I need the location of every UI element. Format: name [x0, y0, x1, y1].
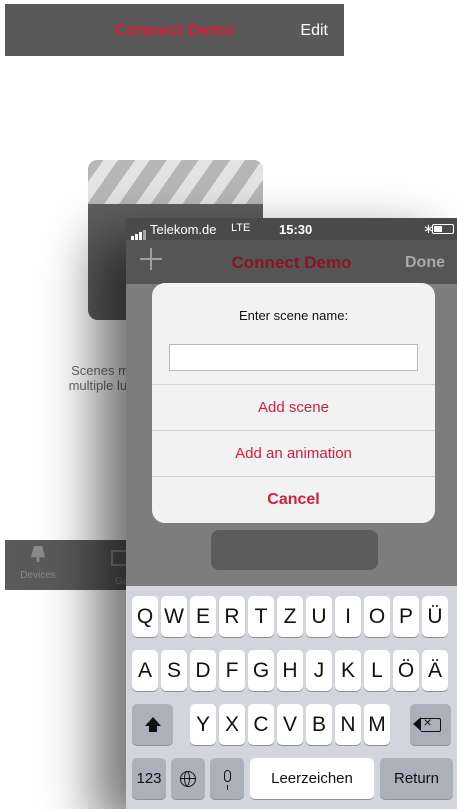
- key-ae[interactable]: Ä: [422, 650, 448, 691]
- key-u[interactable]: U: [306, 596, 332, 637]
- key-s[interactable]: S: [161, 650, 187, 691]
- shift-icon: [144, 717, 161, 732]
- background-nav-title: Connect Demo: [114, 20, 235, 39]
- shift-key[interactable]: [132, 704, 173, 745]
- battery-icon: [432, 224, 454, 234]
- key-t[interactable]: T: [248, 596, 274, 637]
- background-navbar: Connect Demo Edit: [5, 4, 344, 56]
- key-y[interactable]: Y: [190, 704, 216, 745]
- key-ue[interactable]: Ü: [422, 596, 448, 637]
- scene-stripes: [88, 160, 263, 204]
- key-f[interactable]: F: [219, 650, 245, 691]
- backspace-key[interactable]: [410, 704, 451, 745]
- add-scene-button[interactable]: Add scene: [152, 384, 435, 431]
- signal-icon: [131, 225, 147, 240]
- dimmed-button: [211, 530, 378, 570]
- key-c[interactable]: C: [248, 704, 274, 745]
- backspace-icon: [412, 714, 441, 732]
- key-e[interactable]: E: [190, 596, 216, 637]
- carrier-label: Telekom.de: [150, 222, 217, 237]
- key-l[interactable]: L: [364, 650, 390, 691]
- globe-key[interactable]: [171, 758, 205, 799]
- microphone-icon: [223, 769, 231, 790]
- key-z[interactable]: Z: [277, 596, 303, 637]
- lamp-icon: [31, 546, 45, 562]
- numbers-key[interactable]: 123: [132, 758, 166, 799]
- key-g[interactable]: G: [248, 650, 274, 691]
- space-key[interactable]: Leerzeichen: [250, 758, 374, 799]
- key-i[interactable]: I: [335, 596, 361, 637]
- key-r[interactable]: R: [219, 596, 245, 637]
- dictation-key[interactable]: [210, 758, 244, 799]
- tab-devices-label: Devices: [20, 570, 56, 581]
- key-oe[interactable]: Ö: [393, 650, 419, 691]
- tab-devices[interactable]: Devices: [13, 542, 63, 581]
- key-a[interactable]: A: [132, 650, 158, 691]
- status-bar: Telekom.de LTE 15:30 ∗: [126, 218, 457, 240]
- globe-icon: [180, 770, 196, 787]
- edit-button[interactable]: Edit: [300, 22, 328, 40]
- key-j[interactable]: J: [306, 650, 332, 691]
- navbar: Connect Demo Done: [126, 240, 457, 284]
- scene-name-input[interactable]: [169, 344, 418, 371]
- done-button[interactable]: Done: [405, 254, 445, 272]
- scene-name-alert: Enter scene name: Add scene Add an anima…: [152, 283, 435, 523]
- key-x[interactable]: X: [219, 704, 245, 745]
- key-h[interactable]: H: [277, 650, 303, 691]
- key-n[interactable]: N: [335, 704, 361, 745]
- key-o[interactable]: O: [364, 596, 390, 637]
- key-d[interactable]: D: [190, 650, 216, 691]
- phone-screen: Telekom.de LTE 15:30 ∗ Connect Demo Done…: [126, 218, 457, 809]
- key-v[interactable]: V: [277, 704, 303, 745]
- key-m[interactable]: M: [364, 704, 390, 745]
- key-q[interactable]: Q: [132, 596, 158, 637]
- key-w[interactable]: W: [161, 596, 187, 637]
- network-label: LTE: [231, 222, 251, 234]
- key-k[interactable]: K: [335, 650, 361, 691]
- key-p[interactable]: P: [393, 596, 419, 637]
- alert-title: Enter scene name:: [238, 308, 349, 323]
- clock-label: 15:30: [279, 222, 313, 237]
- key-b[interactable]: B: [306, 704, 332, 745]
- add-animation-button[interactable]: Add an animation: [152, 430, 435, 477]
- keyboard: Q W E R T Z U I O P Ü A S D F G H J K L …: [126, 586, 457, 809]
- cancel-button[interactable]: Cancel: [152, 476, 435, 523]
- return-key[interactable]: Return: [380, 758, 453, 799]
